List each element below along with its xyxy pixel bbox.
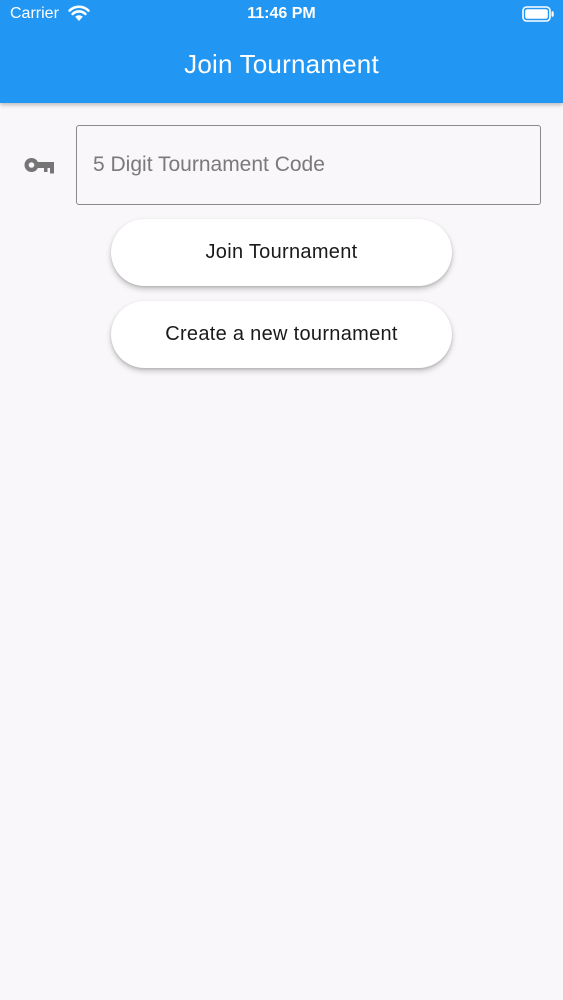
app-bar: Carrier 11:46 PM Join Tournament [0, 0, 563, 103]
key-icon [24, 158, 54, 174]
join-tournament-button[interactable]: Join Tournament [111, 219, 452, 286]
status-bar: Carrier 11:46 PM [0, 0, 563, 30]
status-time: 11:46 PM [247, 5, 316, 22]
tournament-code-input[interactable] [76, 125, 541, 205]
page-title: Join Tournament [184, 49, 379, 79]
create-tournament-button[interactable]: Create a new tournament [111, 301, 452, 368]
battery-icon [522, 6, 554, 22]
